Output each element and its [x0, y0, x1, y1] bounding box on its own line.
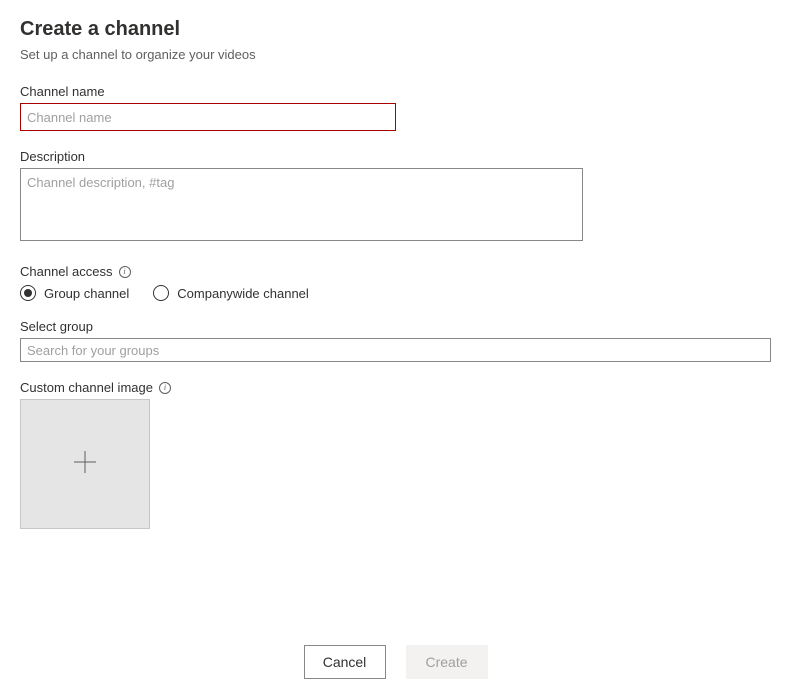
channel-access-label: Channel access i: [20, 264, 771, 279]
channel-name-input[interactable]: [20, 103, 396, 131]
select-group-label: Select group: [20, 319, 771, 334]
channel-name-label: Channel name: [20, 84, 771, 99]
select-group-input[interactable]: [20, 338, 771, 362]
radio-companywide-channel[interactable]: Companywide channel: [153, 285, 309, 301]
channel-access-label-text: Channel access: [20, 264, 113, 279]
info-icon[interactable]: i: [119, 266, 131, 278]
select-group-field: Select group: [20, 319, 771, 362]
info-icon[interactable]: i: [159, 382, 171, 394]
page-subtitle: Set up a channel to organize your videos: [20, 47, 771, 62]
radio-companywide-channel-label: Companywide channel: [177, 286, 309, 301]
description-field: Description: [20, 149, 771, 246]
channel-name-field: Channel name: [20, 84, 771, 131]
radio-icon: [153, 285, 169, 301]
custom-image-label-text: Custom channel image: [20, 380, 153, 395]
description-label: Description: [20, 149, 771, 164]
image-upload-button[interactable]: [20, 399, 150, 529]
channel-access-radio-group: Group channel Companywide channel: [20, 285, 771, 301]
plus-icon: [73, 450, 97, 479]
page-title: Create a channel: [20, 18, 771, 41]
create-button[interactable]: Create: [406, 645, 488, 679]
radio-group-channel-label: Group channel: [44, 286, 129, 301]
radio-icon: [20, 285, 36, 301]
radio-group-channel[interactable]: Group channel: [20, 285, 129, 301]
button-row: Cancel Create: [0, 645, 791, 679]
custom-image-field: Custom channel image i: [20, 380, 771, 529]
description-input[interactable]: [20, 168, 583, 241]
channel-access-field: Channel access i Group channel Companywi…: [20, 264, 771, 301]
cancel-button[interactable]: Cancel: [304, 645, 386, 679]
custom-image-label: Custom channel image i: [20, 380, 771, 395]
